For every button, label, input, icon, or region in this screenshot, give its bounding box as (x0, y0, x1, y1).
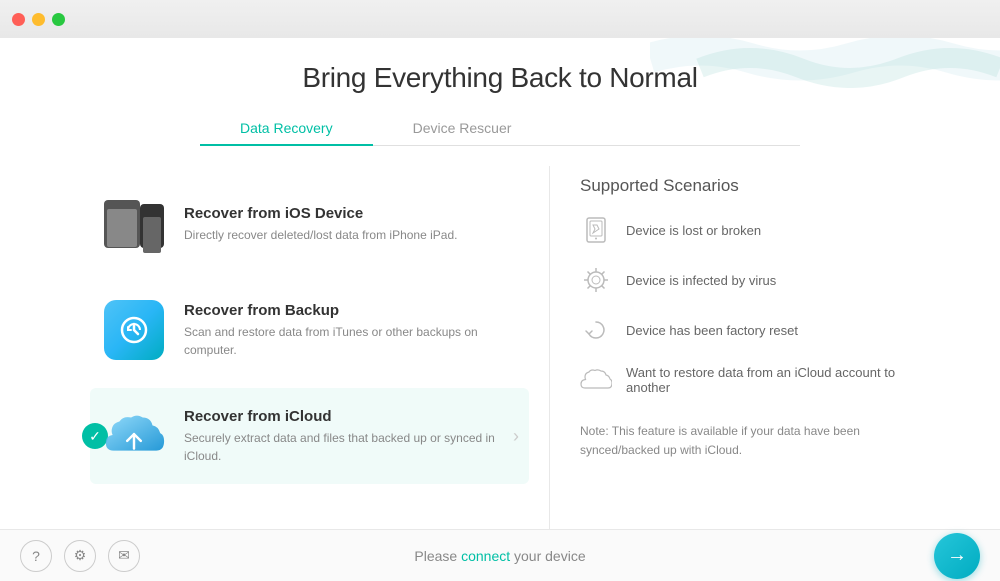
iphone-shape (140, 204, 164, 248)
minimize-button[interactable] (32, 13, 45, 26)
option-icloud-desc: Securely extract data and files that bac… (184, 429, 497, 465)
option-ios-desc: Directly recover deleted/lost data from … (184, 226, 519, 244)
scenario-icloud-restore-text: Want to restore data from an iCloud acco… (626, 365, 930, 395)
iphone-screen (143, 217, 161, 253)
status-after: your device (510, 548, 585, 564)
option-ios-device[interactable]: Recover from iOS Device Directly recover… (90, 176, 529, 272)
ios-device-icon (104, 194, 164, 254)
option-backup-text: Recover from Backup Scan and restore dat… (184, 302, 519, 359)
scenario-virus: Device is infected by virus (580, 264, 930, 296)
option-ios-title: Recover from iOS Device (184, 205, 519, 222)
scenario-factory-reset-text: Device has been factory reset (626, 323, 798, 338)
scenario-icloud-restore: Want to restore data from an iCloud acco… (580, 364, 930, 396)
gear-icon: ⚙ (74, 547, 87, 564)
help-button[interactable]: ? (20, 540, 52, 572)
chevron-right-icon: › (513, 426, 519, 447)
backup-icon-wrapper (100, 296, 168, 364)
tab-data-recovery[interactable]: Data Recovery (200, 112, 373, 146)
two-col-layout: Recover from iOS Device Directly recover… (50, 166, 950, 529)
next-button[interactable]: → (934, 533, 980, 579)
option-backup[interactable]: Recover from Backup Scan and restore dat… (90, 282, 529, 378)
option-icloud-text: Recover from iCloud Securely extract dat… (184, 408, 497, 465)
factory-reset-icon (580, 314, 612, 346)
status-highlight: connect (461, 548, 510, 564)
status-before: Please (414, 548, 461, 564)
window-controls (12, 13, 65, 26)
tabs-container: Data Recovery Device Rescuer (200, 112, 800, 146)
maximize-button[interactable] (52, 13, 65, 26)
main-content: Bring Everything Back to Normal Data Rec… (0, 38, 1000, 529)
bottom-left-icons: ? ⚙ ✉ (20, 540, 140, 572)
email-button[interactable]: ✉ (108, 540, 140, 572)
broken-device-icon (580, 214, 612, 246)
option-icloud[interactable]: ✓ (90, 388, 529, 484)
option-backup-title: Recover from Backup (184, 302, 519, 319)
close-button[interactable] (12, 13, 25, 26)
settings-button[interactable]: ⚙ (64, 540, 96, 572)
option-icloud-title: Recover from iCloud (184, 408, 497, 425)
right-panel: Supported Scenarios Device is lost or br… (550, 166, 950, 529)
bottom-bar: ? ⚙ ✉ Please connect your device → (0, 529, 1000, 581)
help-icon: ? (32, 548, 40, 564)
ipad-shape (104, 200, 140, 248)
next-arrow-icon: → (947, 544, 967, 567)
title-bar (0, 0, 1000, 38)
supported-scenarios-title: Supported Scenarios (580, 176, 930, 196)
icloud-icon-outer (100, 402, 168, 470)
backup-icon (104, 300, 164, 360)
icloud-icon (100, 406, 168, 466)
page-heading: Bring Everything Back to Normal (302, 62, 697, 94)
left-panel: Recover from iOS Device Directly recover… (50, 166, 550, 529)
status-text: Please connect your device (414, 548, 585, 564)
scenario-virus-text: Device is infected by virus (626, 273, 776, 288)
note-text: Note: This feature is available if your … (580, 414, 930, 460)
email-icon: ✉ (118, 547, 130, 564)
icloud-svg (100, 409, 168, 464)
ios-device-icon-wrapper (100, 190, 168, 258)
option-backup-desc: Scan and restore data from iTunes or oth… (184, 323, 519, 359)
icloud-small-icon (580, 364, 612, 396)
scenario-lost-broken: Device is lost or broken (580, 214, 930, 246)
scenario-factory-reset: Device has been factory reset (580, 314, 930, 346)
ipad-screen (107, 209, 137, 247)
tab-device-rescuer[interactable]: Device Rescuer (373, 112, 552, 146)
virus-icon (580, 264, 612, 296)
backup-svg (116, 312, 152, 348)
scenario-lost-broken-text: Device is lost or broken (626, 223, 761, 238)
option-ios-text: Recover from iOS Device Directly recover… (184, 205, 519, 244)
